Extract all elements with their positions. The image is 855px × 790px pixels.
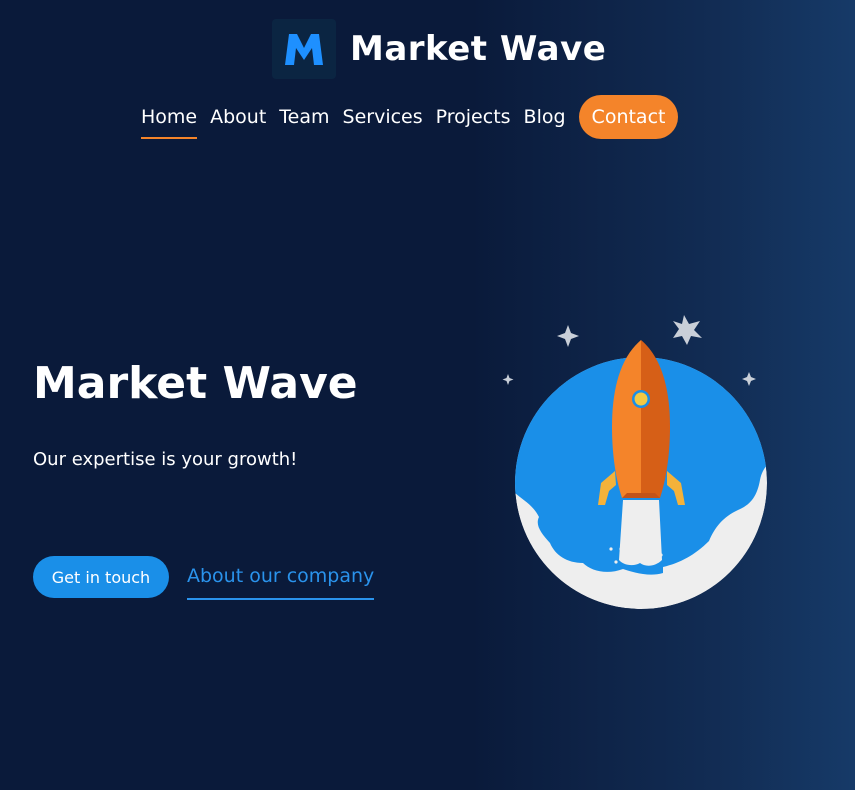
sparkle-star-icon — [502, 374, 514, 385]
rocket-launch-icon — [502, 315, 767, 609]
contact-button[interactable]: Contact — [578, 95, 679, 139]
about-company-link[interactable]: About our company — [187, 560, 375, 600]
sparkle-star-icon — [742, 372, 756, 386]
hero-title: Market Wave — [33, 358, 358, 409]
hero-subtitle: Our expertise is your growth! — [33, 449, 298, 470]
nav-home[interactable]: Home — [141, 94, 198, 140]
nav-about[interactable]: About — [210, 94, 266, 140]
nav-team[interactable]: Team — [279, 94, 329, 140]
sparkle-star-icon — [557, 325, 579, 347]
rocket-illustration — [495, 305, 795, 620]
nav-services[interactable]: Services — [343, 94, 423, 140]
site-header: Market Wave Home About Team Services Pro… — [0, 0, 855, 150]
get-in-touch-button[interactable]: Get in touch — [33, 556, 169, 598]
main-nav: Home About Team Services Projects Blog C… — [141, 94, 679, 140]
sparkle-star-icon — [673, 315, 702, 345]
nav-blog[interactable]: Blog — [524, 94, 566, 140]
brand-name: Market Wave — [350, 29, 607, 69]
brand[interactable]: Market Wave — [272, 19, 606, 79]
nav-projects[interactable]: Projects — [436, 94, 511, 140]
logo-badge[interactable] — [272, 19, 336, 79]
m-logo-icon — [285, 34, 323, 65]
